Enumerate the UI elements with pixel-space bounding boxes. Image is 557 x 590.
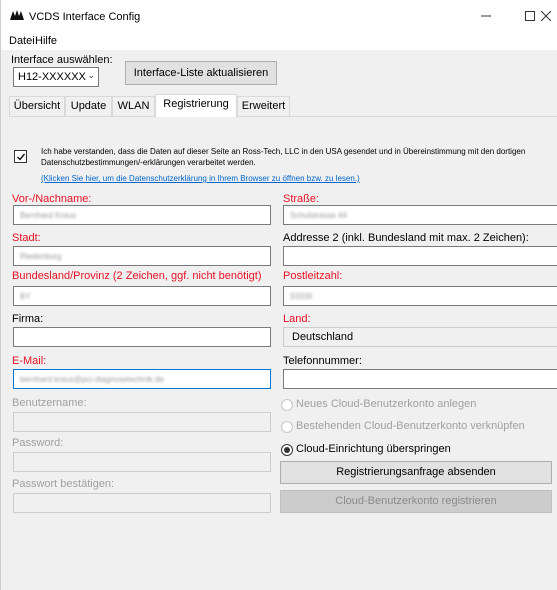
radio-skip-cloud-setup-label: Cloud-Einrichtung überspringen xyxy=(296,443,451,455)
state-value: BY xyxy=(20,292,31,301)
close-icon xyxy=(541,11,551,21)
menu-hilfe[interactable]: Hilfe xyxy=(35,35,57,47)
minimize-icon xyxy=(481,15,491,17)
state-field[interactable]: BY xyxy=(13,286,271,306)
zip-field[interactable]: 93339 xyxy=(283,286,557,306)
tab-wlan[interactable]: WLAN xyxy=(112,96,155,116)
refresh-interface-list-button[interactable]: Interface-Liste aktualisieren xyxy=(125,61,277,85)
main-window: VCDS Interface Config Datei Hilfe Interf… xyxy=(0,0,557,590)
zip-value: 93339 xyxy=(290,292,313,301)
radio-skip-cloud-setup[interactable] xyxy=(281,444,293,456)
interface-select[interactable]: H12-XXXXXX ⌄ xyxy=(13,67,99,87)
phone-label: Telefonnummer: xyxy=(283,355,362,367)
address2-field[interactable] xyxy=(283,246,557,266)
send-registration-button[interactable]: Registrierungsanfrage absenden xyxy=(280,461,552,484)
minimize-button[interactable] xyxy=(463,0,509,32)
email-label: E-Mail: xyxy=(12,355,47,367)
zip-label: Postleitzahl: xyxy=(283,270,343,282)
chevron-down-icon: ⌄ xyxy=(87,70,95,80)
country-label: Land: xyxy=(283,313,311,325)
email-value: bernhard.kraus@pci-diagnosetechnik.de xyxy=(20,375,164,384)
name-label: Vor-/Nachname: xyxy=(12,193,92,205)
registration-panel xyxy=(9,116,557,590)
city-label: Stadt: xyxy=(12,232,41,244)
interface-select-value: H12-XXXXXX xyxy=(18,71,86,83)
privacy-policy-link[interactable]: (Klicken Sie hier, um die Datenschutzerk… xyxy=(41,174,360,183)
password-confirm-label: Passwort bestätigen: xyxy=(12,478,115,490)
radio-link-cloud-account[interactable] xyxy=(281,421,293,433)
tab-erweitert[interactable]: Erweitert xyxy=(237,96,290,116)
street-value: Schulstrasse 44 xyxy=(290,211,347,220)
maximize-icon xyxy=(525,11,535,21)
address2-label: Addresse 2 (inkl. Bundesland mit max. 2 … xyxy=(283,232,529,244)
vcds-app-icon xyxy=(9,8,25,22)
name-value: Bernhard Kraus xyxy=(20,211,77,220)
window-title: VCDS Interface Config xyxy=(29,11,141,23)
city-field[interactable]: Riedenburg xyxy=(13,246,271,266)
tab-registrierung[interactable]: Registrierung xyxy=(155,94,237,117)
country-field: Deutschland xyxy=(283,327,557,347)
close-button[interactable] xyxy=(541,0,557,32)
tab-update[interactable]: Update xyxy=(65,96,112,116)
radio-link-cloud-account-label: Bestehenden Cloud-Benutzerkonto verknüpf… xyxy=(296,420,525,432)
email-field[interactable]: bernhard.kraus@pci-diagnosetechnik.de xyxy=(13,369,271,389)
radio-new-cloud-account-label: Neues Cloud-Benutzerkonto anlegen xyxy=(296,398,477,410)
password-label: Password: xyxy=(12,437,64,449)
company-field[interactable] xyxy=(13,327,271,347)
password-field[interactable] xyxy=(13,452,271,472)
name-field[interactable]: Bernhard Kraus xyxy=(13,205,271,225)
register-cloud-account-button[interactable]: Cloud-Benutzerkonto registrieren xyxy=(280,490,552,513)
phone-field[interactable] xyxy=(283,369,557,389)
title-bar: VCDS Interface Config xyxy=(1,0,557,32)
password-confirm-field[interactable] xyxy=(13,493,271,513)
state-label: Bundesland/Provinz (2 Zeichen, ggf. nich… xyxy=(12,270,262,282)
radio-new-cloud-account[interactable] xyxy=(281,399,293,411)
checkmark-icon xyxy=(17,153,26,161)
company-label: Firma: xyxy=(12,313,44,325)
consent-checkbox[interactable] xyxy=(14,150,27,163)
consent-text: Ich habe verstanden, dass die Daten auf … xyxy=(41,147,526,167)
interface-label: Interface auswählen: xyxy=(11,54,113,66)
username-field[interactable] xyxy=(13,412,271,432)
menu-datei[interactable]: Datei xyxy=(9,35,35,47)
city-value: Riedenburg xyxy=(20,252,62,261)
street-label: Straße: xyxy=(283,193,320,205)
street-field[interactable]: Schulstrasse 44 xyxy=(283,205,557,225)
menu-bar: Datei Hilfe xyxy=(1,32,557,50)
tab-uebersicht[interactable]: Übersicht xyxy=(9,96,65,116)
username-label: Benutzername: xyxy=(12,397,87,409)
